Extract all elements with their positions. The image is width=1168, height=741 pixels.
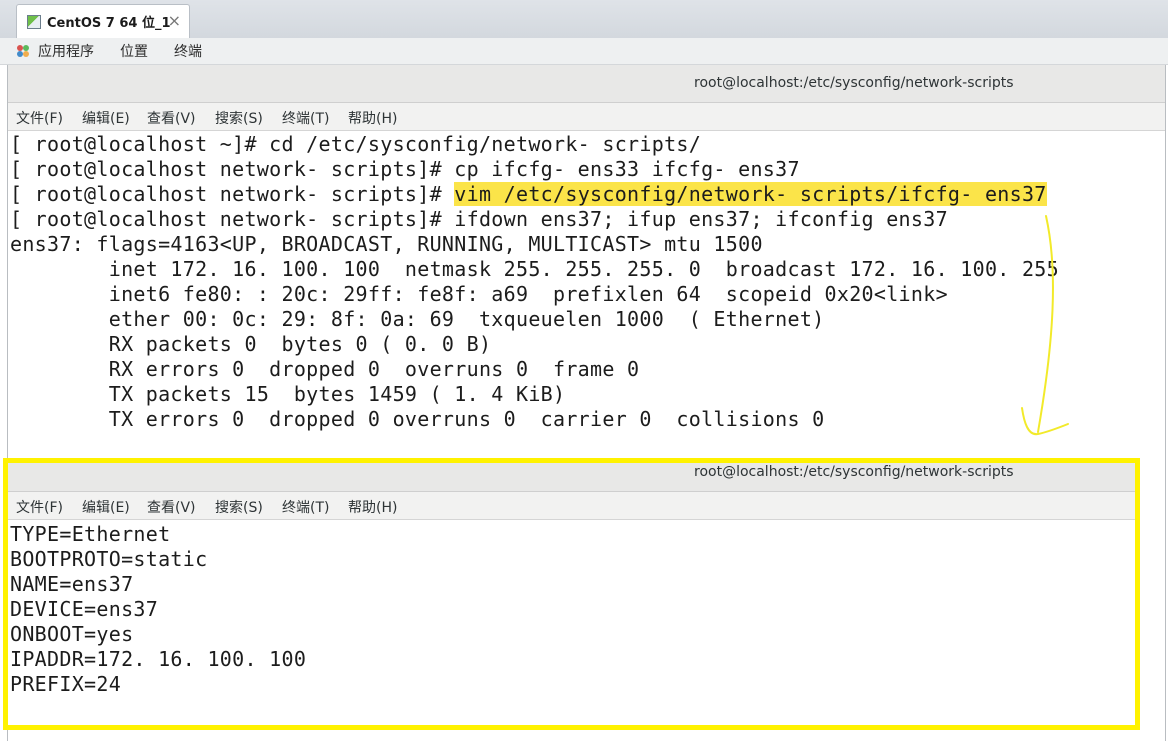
- terminal-line: ether 00: 0c: 29: 8f: 0a: 69 txqueuelen …: [10, 307, 825, 331]
- terminal-line: [ root@localhost ~]# cd /etc/sysconfig/n…: [10, 132, 702, 156]
- menu-file[interactable]: 文件(F): [16, 108, 63, 128]
- config-line: ONBOOT=yes: [10, 622, 134, 646]
- menu-terminal-menu[interactable]: 终端(T): [282, 108, 329, 128]
- menu-edit[interactable]: 编辑(E): [82, 497, 130, 517]
- menu-help[interactable]: 帮助(H): [348, 108, 397, 128]
- vm-icon: [27, 14, 41, 29]
- terminal-line: RX packets 0 bytes 0 ( 0. 0 B): [10, 332, 492, 356]
- terminal-line: TX packets 15 bytes 1459 ( 1. 4 KiB): [10, 382, 566, 406]
- menu-file[interactable]: 文件(F): [16, 497, 63, 517]
- menu-view[interactable]: 查看(V): [147, 108, 196, 128]
- highlighted-command: vim /etc/sysconfig/network- scripts/ifcf…: [454, 182, 1047, 206]
- config-line: DEVICE=ens37: [10, 597, 159, 621]
- terminal-output[interactable]: [ root@localhost ~]# cd /etc/sysconfig/n…: [8, 131, 1165, 454]
- menu-edit[interactable]: 编辑(E): [82, 108, 130, 128]
- menu-help[interactable]: 帮助(H): [348, 497, 397, 517]
- menu-search[interactable]: 搜索(S): [215, 108, 263, 128]
- vm-tab[interactable]: CentOS 7 64 位_1 ×: [16, 4, 190, 38]
- config-line: NAME=ens37: [10, 572, 134, 596]
- config-line: TYPE=Ethernet: [10, 522, 171, 546]
- terminal-line: [ root@localhost network- scripts]# cp i…: [10, 157, 800, 181]
- terminal-line: RX errors 0 dropped 0 overruns 0 frame 0: [10, 357, 640, 381]
- terminal-line: inet 172. 16. 100. 100 netmask 255. 255.…: [10, 257, 1059, 281]
- terminal-menubar: 文件(F) 编辑(E) 查看(V) 搜索(S) 终端(T) 帮助(H): [8, 103, 1165, 131]
- window-border: [1165, 65, 1166, 741]
- terminal-title: root@localhost:/etc/sysconfig/network-sc…: [694, 75, 1014, 91]
- annotation-arrow: [1021, 215, 1069, 436]
- menu-applications[interactable]: 应用程序: [38, 41, 94, 61]
- config-line: IPADDR=172. 16. 100. 100: [10, 647, 307, 671]
- editor-menubar: 文件(F) 编辑(E) 查看(V) 搜索(S) 终端(T) 帮助(H): [8, 492, 1140, 520]
- terminal-line: ens37: flags=4163<UP, BROADCAST, RUNNING…: [10, 232, 763, 256]
- menu-places[interactable]: 位置: [120, 41, 148, 61]
- editor-titlebar[interactable]: root@localhost:/etc/sysconfig/network-sc…: [8, 458, 1140, 492]
- close-icon[interactable]: ×: [168, 11, 181, 30]
- menu-view[interactable]: 查看(V): [147, 497, 196, 517]
- terminal-line: TX errors 0 dropped 0 overruns 0 carrier…: [10, 407, 825, 431]
- editor-title: root@localhost:/etc/sysconfig/network-sc…: [694, 464, 1014, 480]
- terminal-prompt: [ root@localhost network- scripts]#: [10, 182, 455, 206]
- applications-icon: [17, 45, 29, 57]
- config-line: PREFIX=24: [10, 672, 122, 696]
- gnome-top-bar: 应用程序 位置 终端: [0, 38, 1168, 65]
- terminal-line: [ root@localhost network- scripts]# vim …: [10, 182, 1047, 207]
- editor-content[interactable]: TYPE=Ethernet BOOTPROTO=static NAME=ens3…: [8, 520, 1140, 730]
- vm-tab-bar: CentOS 7 64 位_1 ×: [0, 0, 1168, 39]
- menu-terminal-menu[interactable]: 终端(T): [282, 497, 329, 517]
- menu-search[interactable]: 搜索(S): [215, 497, 263, 517]
- terminal-line: inet6 fe80: : 20c: 29ff: fe8f: a69 prefi…: [10, 282, 948, 306]
- terminal-titlebar[interactable]: root@localhost:/etc/sysconfig/network-sc…: [8, 65, 1165, 103]
- vm-tab-title: CentOS 7 64 位_1: [47, 16, 171, 31]
- config-line: BOOTPROTO=static: [10, 547, 208, 571]
- menu-terminal[interactable]: 终端: [174, 41, 202, 61]
- terminal-line: [ root@localhost network- scripts]# ifdo…: [10, 207, 948, 231]
